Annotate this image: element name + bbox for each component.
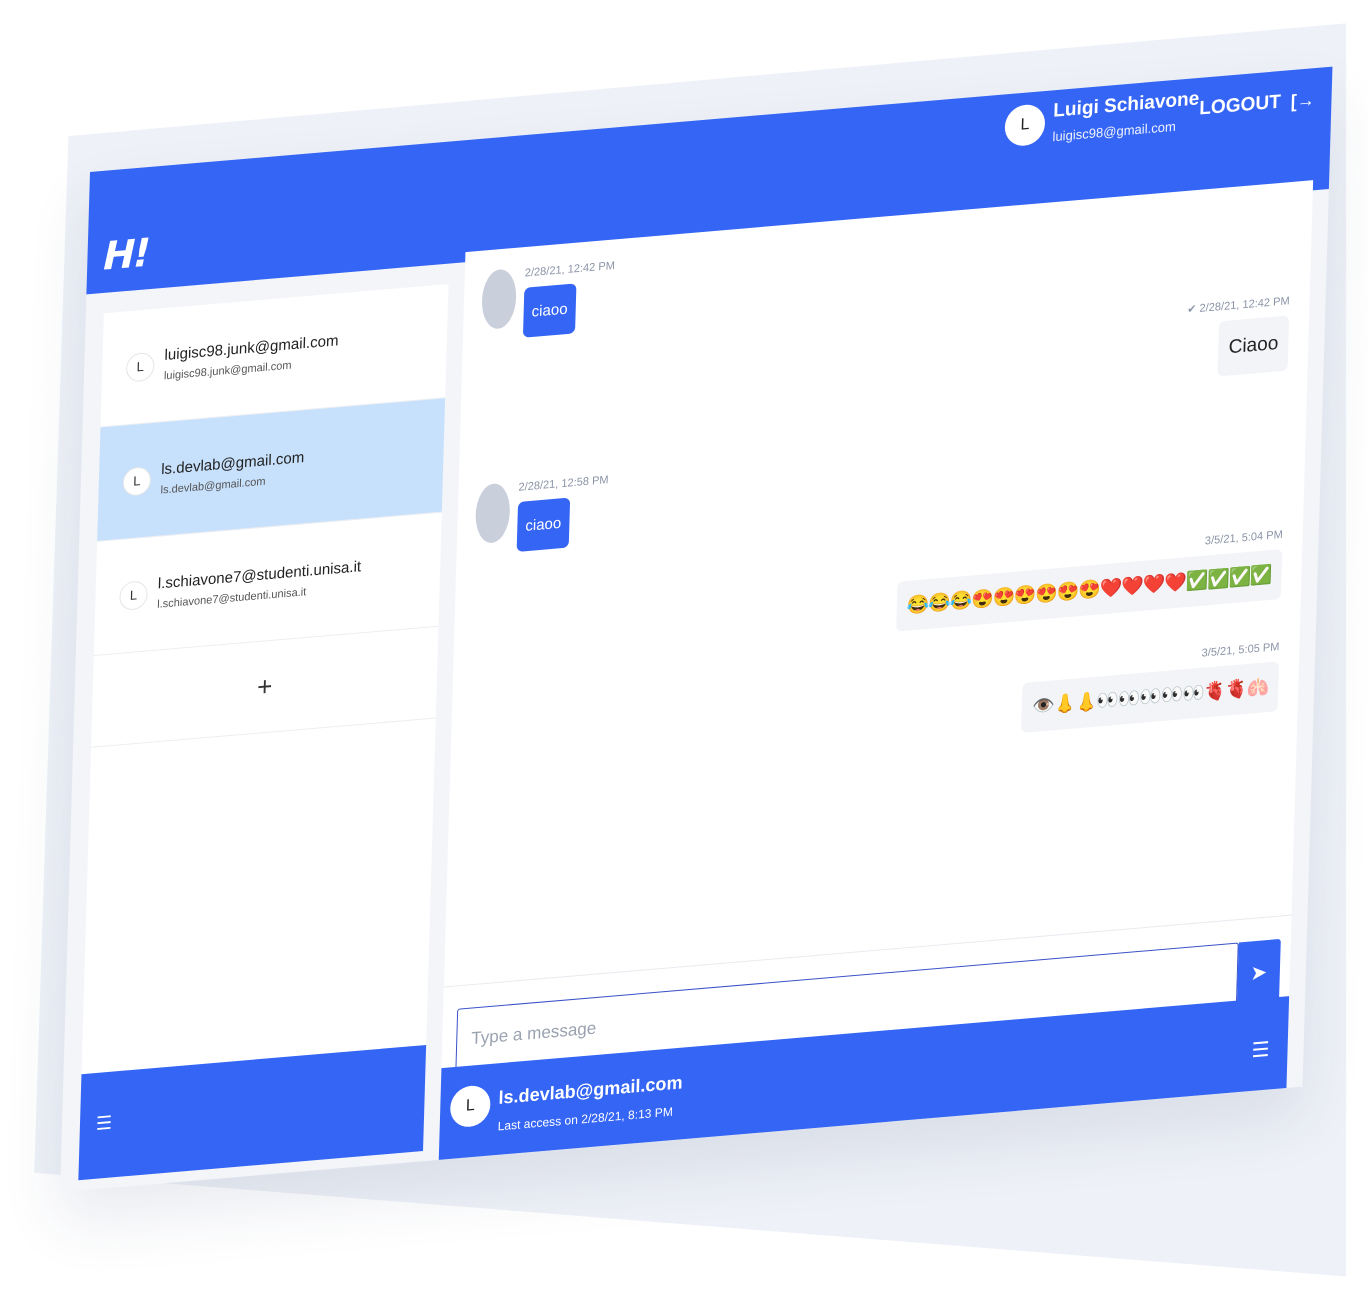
message-incoming: 2/28/21, 12:42 PM ciaoo (481, 260, 615, 342)
logout-icon: [→ (1290, 88, 1316, 112)
contacts-panel: L luigisc98.junk@gmail.com luigisc98.jun… (78, 284, 449, 1181)
message-bubble: Ciaoo (1217, 315, 1290, 377)
contact-avatar: L (125, 351, 155, 383)
message-bubble: ciaoo (516, 497, 571, 552)
contact-list: L luigisc98.junk@gmail.com luigisc98.jun… (93, 284, 449, 656)
sender-avatar (481, 268, 517, 331)
message-time: ✔ 2/28/21, 12:42 PM (1187, 295, 1290, 317)
peer-name: ls.devlab@gmail.com (498, 1072, 683, 1109)
message-incoming: 2/28/21, 12:58 PM ciaoo (474, 473, 609, 556)
current-user: L Luigi Schiavone luigisc98@gmail.com (1004, 88, 1200, 148)
message-time: 2/28/21, 12:58 PM (518, 473, 609, 494)
app-screen: H! L Luigi Schiavone luigisc98@gmail.com… (60, 66, 1333, 1193)
send-icon: ➤ (1250, 960, 1268, 985)
message-bubble: 👁️👃👃👀👀👀👀👀🫀🫀🫁 (1021, 661, 1280, 733)
message-outgoing: ✔ 2/28/21, 12:42 PM Ciaoo (1185, 294, 1290, 379)
menu-icon[interactable]: ☰ (96, 1112, 113, 1135)
peer-avatar[interactable]: L (449, 1084, 491, 1129)
message-time: 2/28/21, 12:42 PM (524, 259, 616, 280)
message-outgoing: 3/5/21, 5:05 PM 👁️👃👃👀👀👀👀👀🫀🫀🫁 (1021, 641, 1280, 733)
logout-button[interactable]: LOGOUT [→ (1199, 88, 1315, 120)
page-stage: H! L Luigi Schiavone luigisc98@gmail.com… (0, 0, 1368, 1296)
contact-avatar: L (122, 465, 152, 497)
peer-last-access: Last access on 2/28/21, 8:13 PM (497, 1104, 674, 1134)
message-list: 2/28/21, 12:42 PM ciaoo ✔ 2/28/21, 12:42… (444, 180, 1313, 986)
logout-label: LOGOUT (1198, 91, 1282, 120)
message-outgoing: 3/5/21, 5:04 PM 😂😂😂😍😍😍😍😍😍❤️❤️❤️❤️✅✅✅✅ (896, 529, 1283, 632)
send-button[interactable]: ➤ (1236, 938, 1281, 1006)
user-avatar[interactable]: L (1004, 102, 1046, 147)
chat-panel: 2/28/21, 12:42 PM ciaoo ✔ 2/28/21, 12:42… (438, 180, 1314, 1160)
message-bubble: ciaoo (522, 283, 577, 338)
contacts-footer: ☰ (78, 1044, 427, 1181)
contact-avatar: L (119, 579, 148, 611)
app-logo[interactable]: H! (103, 230, 150, 279)
menu-icon[interactable]: ☰ (1251, 1036, 1270, 1063)
sender-avatar (474, 482, 511, 545)
